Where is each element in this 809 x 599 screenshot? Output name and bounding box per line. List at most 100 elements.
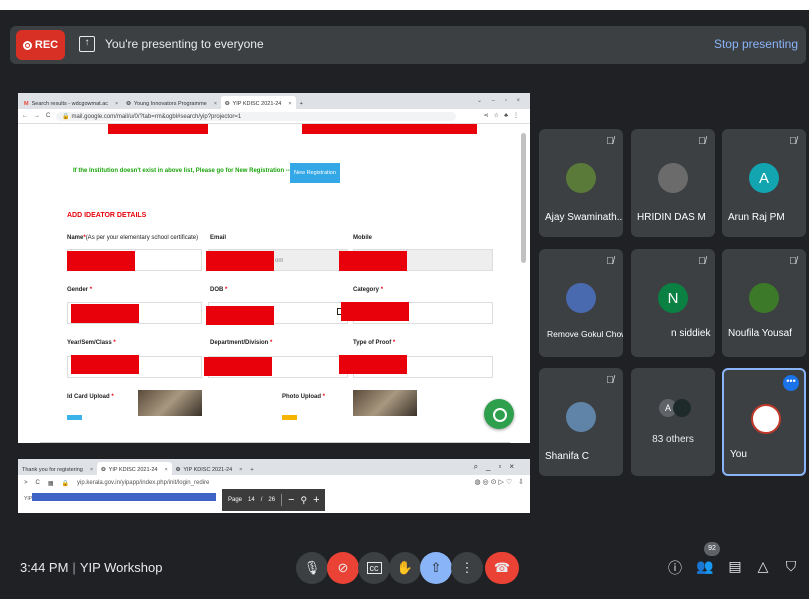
mic-off-icon: 🎙̸ (698, 136, 706, 147)
info-icon[interactable]: ⓘ (666, 558, 684, 578)
browser-tab: ❂ YIP KDISC 2021-24 × (172, 462, 247, 475)
redacted-block (71, 304, 139, 323)
idcard-upload-button[interactable] (67, 415, 82, 420)
browser-tab: Thank you for registering × (18, 462, 97, 475)
section-title: ADD IDEATOR DETAILS (67, 212, 147, 219)
chat-icon[interactable]: ▤ (726, 558, 744, 578)
avatar (658, 163, 688, 193)
year-label: Year/Sem/Class * (67, 340, 116, 346)
host-controls-icon[interactable]: ⛉ (782, 558, 800, 578)
reload-icon: C (35, 480, 40, 486)
photo-upload-button[interactable] (282, 415, 297, 420)
captions-button[interactable]: cc (358, 552, 390, 584)
idcard-label: Id Card Upload * (67, 394, 114, 400)
window-controls: ⌕_▫× (473, 462, 522, 471)
recording-indicator: REC (16, 30, 65, 60)
browser-tab: ❂ Young Innovators Programme × (122, 96, 221, 109)
label-text: Gender (67, 287, 89, 293)
participant-tile[interactable]: 🎙̸ Shanifa C (539, 368, 623, 476)
raise-hand-button[interactable]: ✋ (389, 552, 421, 584)
mic-off-icon: 🎙̸ (789, 256, 797, 267)
people-icon[interactable]: 👥 (696, 558, 714, 578)
pdf-pager: Page 14 / 26 − ⚲ + (222, 489, 325, 511)
photo-label: Photo Upload * (282, 394, 326, 400)
page-current[interactable]: 14 (248, 497, 255, 503)
shared-screen: M Search results - wdcgowmat.ac × ❂ Young… (18, 93, 530, 513)
people-count-badge: 92 (704, 542, 720, 556)
tab-label: Search results - wdcgowmat.ac (31, 101, 109, 107)
participant-tile[interactable]: 🎙̸ Remove Gokul Chowallur from the call (539, 249, 623, 357)
avatar: N (658, 283, 688, 313)
participant-name: HRIDIN DAS M (637, 212, 706, 223)
mic-off-icon: 🎙̸ (789, 136, 797, 147)
browser-actions: ⋖☆♣⋮ (483, 113, 524, 119)
photo-thumbnail (353, 390, 417, 416)
browser-tab-strip: Thank you for registering × ❂ YIP KDISC 20… (18, 459, 530, 475)
proof-label: Type of Proof * (353, 340, 396, 346)
present-button[interactable]: ⇧ (420, 552, 452, 584)
tab-favicon-icon: ❂ (101, 467, 106, 473)
others-tile[interactable]: A 83 others (631, 368, 715, 476)
redacted-block (67, 251, 135, 271)
stop-presenting-button[interactable]: Stop presenting (714, 37, 798, 51)
scrollbar[interactable] (521, 133, 526, 263)
more-vert-icon: ⋮ (460, 560, 474, 575)
tab-favicon-icon: ❂ (175, 467, 181, 473)
presenting-text: You're presenting to everyone (105, 37, 264, 51)
camera-button[interactable]: ⊘ (327, 552, 359, 584)
close-icon: × (239, 467, 243, 473)
camera-off-icon: ⊘ (337, 560, 349, 575)
participant-tile[interactable]: 🎙̸ Ajay Swaminath... (539, 129, 623, 237)
registration-note: If the Institution doesn't exist in abov… (73, 168, 294, 174)
department-label: Department/Division * (210, 340, 273, 346)
participant-tile[interactable]: 🎙̸ Noufila Yousaf (722, 249, 806, 357)
browser-tab: M Search results - wdcgowmat.ac × (20, 96, 122, 109)
mic-off-icon: 🎙̸ (606, 375, 614, 386)
mic-icon: 🎙 (303, 560, 321, 575)
divider: | (72, 560, 76, 575)
close-icon: × (164, 467, 168, 473)
remove-participant-tooltip[interactable]: Remove Gokul Chowallur from the call (547, 329, 623, 339)
more-options-icon[interactable]: ••• (783, 375, 799, 391)
label-text: Category (353, 287, 380, 293)
record-icon (22, 40, 32, 50)
idcard-thumbnail (138, 390, 202, 416)
gmail-icon: M (24, 101, 29, 107)
redacted-block (339, 251, 407, 271)
close-icon: × (115, 101, 119, 107)
activities-icon[interactable]: △ (754, 558, 772, 578)
self-tile[interactable]: ••• You (722, 368, 806, 476)
participant-tile[interactable]: 🎙̸ HRIDIN DAS M (631, 129, 715, 237)
presenting-bar: REC ↑ You're presenting to everyone Stop… (10, 26, 806, 64)
leave-call-button[interactable]: ☎ (485, 552, 519, 584)
label-text: Id Card Upload (67, 394, 110, 400)
new-tab-icon: + (299, 101, 303, 107)
browser-tab-strip: M Search results - wdcgowmat.ac × ❂ Young… (18, 93, 530, 109)
zoom-out-button[interactable]: − (288, 494, 294, 506)
participant-tile[interactable]: 🎙̸ N n siddiek (631, 249, 715, 357)
rec-label: REC (34, 39, 59, 51)
page-label: Page (228, 497, 243, 503)
url-text: yip.kerala.gov.in/yipapp/index.php/init/… (77, 480, 210, 486)
chat-fab-button[interactable] (484, 399, 514, 429)
more-options-button[interactable]: ⋮ (451, 552, 483, 584)
page-sep: / (260, 497, 263, 503)
others-count: 83 others (652, 434, 694, 445)
label-hint: (As per your elementary school certifica… (85, 235, 199, 241)
new-registration-button[interactable]: New Registration (290, 163, 340, 183)
participant-tile[interactable]: 🎙̸ A Arun Raj PM (722, 129, 806, 237)
avatar (673, 399, 691, 417)
redacted-block (302, 124, 477, 134)
zoom-in-button[interactable]: + (313, 494, 319, 506)
email-label: Email (210, 235, 227, 241)
redacted-block (206, 306, 274, 325)
redacted-block (108, 124, 208, 134)
mic-button[interactable]: 🎙 (296, 552, 328, 584)
redacted-block (204, 357, 272, 376)
tab-favicon-icon: ❂ (224, 101, 230, 107)
close-icon: × (89, 467, 94, 473)
avatar (566, 402, 596, 432)
category-label: Category * (353, 287, 384, 293)
control-bar: 3:44 PM | YIP Workshop 🎙 ⊘ cc ✋ ⇧ ⋮ ☎ ⓘ 👥 … (0, 542, 809, 599)
email-tail: om (275, 258, 284, 264)
